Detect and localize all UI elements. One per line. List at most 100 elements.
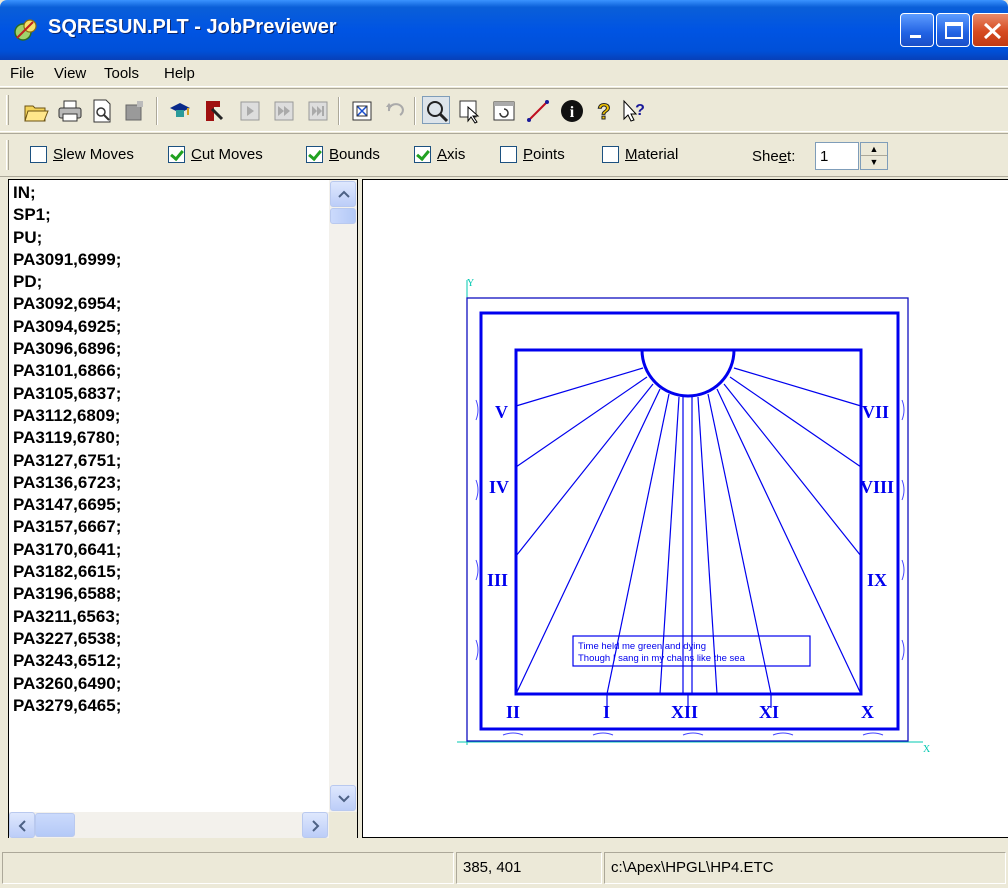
points-box[interactable] bbox=[500, 146, 517, 163]
hour-label-xi: XI bbox=[759, 702, 779, 722]
code-line[interactable]: PD; bbox=[13, 271, 325, 293]
code-line[interactable]: PA3136,6723; bbox=[13, 472, 325, 494]
cut-moves-box[interactable] bbox=[168, 146, 185, 163]
fast-forward-icon[interactable] bbox=[270, 97, 298, 125]
code-line[interactable]: PA3119,6780; bbox=[13, 427, 325, 449]
line-tool-icon[interactable] bbox=[524, 97, 552, 125]
code-line[interactable]: PA3105,6837; bbox=[13, 383, 325, 405]
motto: Time held me green and dying Though I sa… bbox=[578, 641, 746, 664]
title-bar[interactable]: SQRESUN.PLT - JobPreviewer bbox=[0, 0, 1008, 60]
axis-y-label: Y bbox=[467, 278, 474, 289]
toolbar-grip[interactable] bbox=[6, 95, 9, 125]
code-line[interactable]: PA3196,6588; bbox=[13, 583, 325, 605]
slew-moves-checkbox[interactable]: Slew Moves bbox=[30, 146, 134, 163]
code-line[interactable]: IN; bbox=[13, 182, 325, 204]
step-icon[interactable] bbox=[236, 97, 264, 125]
menu-tools[interactable]: Tools bbox=[104, 65, 139, 82]
sheet-spinner[interactable]: ▲ ▼ bbox=[860, 142, 888, 170]
cut-job-icon[interactable] bbox=[166, 97, 194, 125]
material-box[interactable] bbox=[602, 146, 619, 163]
spin-down-icon[interactable]: ▼ bbox=[861, 156, 887, 169]
vertical-scroll-thumb[interactable] bbox=[330, 208, 356, 224]
chevron-down-icon bbox=[338, 795, 350, 803]
spin-up-icon[interactable]: ▲ bbox=[861, 143, 887, 156]
material-checkbox[interactable]: Material bbox=[602, 146, 678, 163]
sheet-label: Sheet: bbox=[752, 148, 796, 165]
chevron-up-icon bbox=[338, 190, 350, 198]
code-line[interactable]: PA3157,6667; bbox=[13, 516, 325, 538]
code-line[interactable]: PA3170,6641; bbox=[13, 539, 325, 561]
scroll-right-button[interactable] bbox=[302, 812, 328, 838]
code-line[interactable]: PU; bbox=[13, 227, 325, 249]
scroll-up-button[interactable] bbox=[330, 181, 356, 207]
code-line[interactable]: PA3211,6563; bbox=[13, 606, 325, 628]
code-line[interactable]: PA3112,6809; bbox=[13, 405, 325, 427]
code-line[interactable]: PA3279,6465; bbox=[13, 695, 325, 717]
code-line[interactable]: PA3127,6751; bbox=[13, 450, 325, 472]
window-title: SQRESUN.PLT - JobPreviewer bbox=[48, 16, 337, 38]
hour-label-x: X bbox=[861, 702, 874, 722]
code-line[interactable]: PA3094,6925; bbox=[13, 316, 325, 338]
axis-box[interactable] bbox=[414, 146, 431, 163]
code-line[interactable]: PA3091,6999; bbox=[13, 249, 325, 271]
maximize-button[interactable] bbox=[936, 13, 970, 47]
hpgl-code-pane[interactable]: IN; SP1; PU; PA3091,6999; PD; PA3092,6954; PA3… bbox=[8, 179, 358, 838]
skip-end-icon[interactable] bbox=[304, 97, 332, 125]
cursor-coordinates: 385, 401 bbox=[456, 852, 602, 884]
axis-checkbox[interactable]: Axis bbox=[414, 146, 465, 163]
plot-preview-pane[interactable]: Y X V IV III II I XII XI X IX VIII VII T… bbox=[362, 179, 1008, 838]
hour-label-vii: VII bbox=[862, 402, 889, 422]
toolbar-separator bbox=[156, 97, 158, 125]
select-icon[interactable] bbox=[456, 97, 484, 125]
print-preview-icon[interactable] bbox=[88, 97, 116, 125]
help-icon[interactable]: ? bbox=[590, 97, 618, 125]
slew-moves-box[interactable] bbox=[30, 146, 47, 163]
code-line[interactable]: PA3243,6512; bbox=[13, 650, 325, 672]
code-line[interactable]: PA3092,6954; bbox=[13, 293, 325, 315]
menu-file[interactable]: File bbox=[10, 65, 34, 82]
code-line[interactable]: PA3260,6490; bbox=[13, 673, 325, 695]
hour-label-iii: III bbox=[487, 570, 508, 590]
plot-canvas[interactable]: Y X V IV III II I XII XI X IX VIII VII T… bbox=[363, 180, 1008, 838]
cut-moves-checkbox[interactable]: Cut Moves bbox=[168, 146, 263, 163]
zoom-fit-icon[interactable] bbox=[348, 97, 376, 125]
code-line[interactable]: PA3182,6615; bbox=[13, 561, 325, 583]
toolbar-grip[interactable] bbox=[6, 140, 9, 170]
hour-label-iv: IV bbox=[489, 477, 509, 497]
context-help-icon[interactable]: ? bbox=[620, 97, 648, 125]
points-label: Points bbox=[523, 146, 565, 163]
horizontal-scrollbar[interactable] bbox=[9, 812, 329, 838]
code-line[interactable]: PA3227,6538; bbox=[13, 628, 325, 650]
stop-icon[interactable] bbox=[120, 97, 148, 125]
bounds-box[interactable] bbox=[306, 146, 323, 163]
svg-text:?: ? bbox=[597, 99, 610, 124]
menu-view[interactable]: View bbox=[54, 65, 86, 82]
horizontal-scroll-thumb[interactable] bbox=[35, 813, 75, 837]
code-line[interactable]: PA3101,6866; bbox=[13, 360, 325, 382]
open-icon[interactable] bbox=[22, 97, 50, 125]
bounds-rectangle bbox=[466, 297, 909, 742]
code-line[interactable]: PA3096,6896; bbox=[13, 338, 325, 360]
close-button[interactable] bbox=[972, 13, 1008, 47]
status-bar: 385, 401 c:\Apex\HPGL\HP4.ETC bbox=[0, 848, 1008, 888]
vertical-scrollbar[interactable] bbox=[329, 180, 357, 812]
motto-line-1: Time held me green and dying bbox=[578, 641, 706, 652]
menu-help[interactable]: Help bbox=[164, 65, 195, 82]
scroll-down-button[interactable] bbox=[330, 785, 356, 811]
code-line[interactable]: PA3147,6695; bbox=[13, 494, 325, 516]
minimize-button[interactable] bbox=[900, 13, 934, 47]
hour-label-ii: II bbox=[506, 702, 520, 722]
bounds-checkbox[interactable]: Bounds bbox=[306, 146, 380, 163]
sheet-input[interactable] bbox=[815, 142, 859, 170]
undo-icon[interactable] bbox=[380, 97, 408, 125]
points-checkbox[interactable]: Points bbox=[500, 146, 565, 163]
refresh-icon[interactable] bbox=[490, 97, 518, 125]
hpgl-code-list[interactable]: IN; SP1; PU; PA3091,6999; PD; PA3092,6954; PA3… bbox=[13, 182, 325, 717]
info-icon[interactable]: i bbox=[558, 97, 586, 125]
scroll-left-button[interactable] bbox=[9, 812, 35, 838]
plotter-icon[interactable] bbox=[200, 97, 228, 125]
hour-label-i: I bbox=[603, 702, 610, 722]
zoom-icon[interactable] bbox=[422, 96, 450, 124]
code-line[interactable]: SP1; bbox=[13, 204, 325, 226]
print-icon[interactable] bbox=[56, 97, 84, 125]
